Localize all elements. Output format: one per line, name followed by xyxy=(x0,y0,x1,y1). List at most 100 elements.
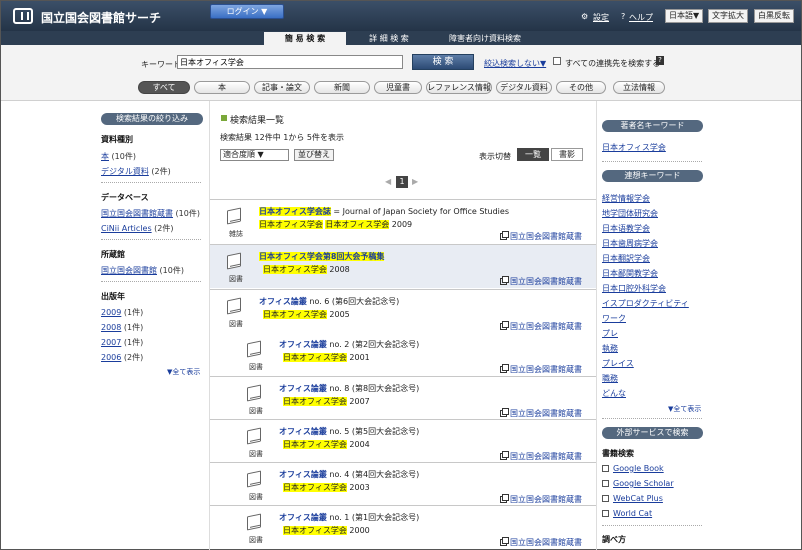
ndl-logo-icon[interactable] xyxy=(13,8,33,24)
facet-item[interactable]: 本 (10件) xyxy=(101,151,136,162)
associated-keyword-item[interactable]: 日本语教学会 xyxy=(602,223,650,234)
filter-toggle-link[interactable]: 絞込検索しない▼ xyxy=(484,58,546,69)
facet-item[interactable]: 2006 (2件) xyxy=(101,352,143,363)
external-link-google-scholar[interactable]: Google Scholar xyxy=(602,479,674,488)
result-library-link[interactable]: 国立国会図書館蔵書 xyxy=(500,537,582,548)
associated-keyword-item[interactable]: ワーク xyxy=(602,313,626,324)
result-title[interactable]: オフィス論叢 no. 2 (第2回大会記念号) xyxy=(279,339,419,350)
site-title[interactable]: 国立国会図書館サーチ xyxy=(41,9,161,26)
associated-keyword-item[interactable]: プレイス xyxy=(602,358,634,369)
result-library-link[interactable]: 国立国会図書館蔵書 xyxy=(500,276,582,287)
facet-item[interactable]: 国立国会図書館蔵書 (10件) xyxy=(101,208,200,219)
tab-accessible-search[interactable]: 障害者向け資料検索 xyxy=(433,32,537,45)
sort-select[interactable]: 適合度順 ▼ xyxy=(220,149,289,161)
external-link-icon xyxy=(602,510,609,517)
sort-button[interactable]: 並び替え xyxy=(294,149,334,161)
result-row[interactable]: 図書 オフィス論叢 no. 5 (第5回大会記念号) 日本オフィス学会 2004… xyxy=(210,419,596,463)
result-row[interactable]: 図書 日本オフィス学会第8回大会予稿集 日本オフィス学会 2008 国立国会図書… xyxy=(210,244,596,288)
result-library-link[interactable]: 国立国会図書館蔵書 xyxy=(500,451,582,462)
result-title[interactable]: 日本オフィス学会誌 = Journal of Japan Society for… xyxy=(259,206,509,217)
result-row[interactable]: 図書 オフィス論叢 no. 4 (第4回大会記念号) 日本オフィス学会 2003… xyxy=(210,462,596,506)
facet-item[interactable]: CiNii Articles (2件) xyxy=(101,223,174,234)
copy-icon xyxy=(500,537,509,546)
view-cover-button[interactable]: 書影 xyxy=(551,148,583,161)
tab-simple-search[interactable]: 簡 易 検 索 xyxy=(264,32,346,45)
zoom-button[interactable]: 文字拡大 xyxy=(708,9,748,23)
settings-link[interactable]: 設定 xyxy=(593,12,609,23)
associated-keyword-item[interactable]: 地学団体研究会 xyxy=(602,208,658,219)
associated-keyword-item[interactable]: 日本口腔外科学会 xyxy=(602,283,666,294)
category-children[interactable]: 児童書 xyxy=(374,81,422,94)
result-title[interactable]: オフィス論叢 no. 6 (第6回大会記念号) xyxy=(259,296,399,307)
category-articles[interactable]: 記事・論文 xyxy=(254,81,310,94)
associated-keyword-item[interactable]: 職務 xyxy=(602,373,618,384)
login-button[interactable]: ログイン ▼ xyxy=(210,4,284,19)
result-row[interactable]: 雑誌 日本オフィス学会誌 = Journal of Japan Society … xyxy=(210,199,596,243)
question-icon[interactable]: ? xyxy=(656,56,664,65)
category-digital[interactable]: デジタル資料 xyxy=(496,81,552,94)
invert-button[interactable]: 白黒反転 xyxy=(754,9,794,23)
category-books[interactable]: 本 xyxy=(194,81,250,94)
external-link-google-book[interactable]: Google Book xyxy=(602,464,664,473)
associated-keyword-item[interactable]: 日本翻訳学会 xyxy=(602,253,650,264)
associated-keyword-item[interactable]: 経営情報学会 xyxy=(602,193,650,204)
view-list-button[interactable]: 一覧 xyxy=(517,148,549,161)
result-title[interactable]: オフィス論叢 no. 4 (第4回大会記念号) xyxy=(279,469,419,480)
result-title[interactable]: オフィス論叢 no. 8 (第8回大会記念号) xyxy=(279,383,419,394)
result-library-link[interactable]: 国立国会図書館蔵書 xyxy=(500,321,582,332)
result-library-link[interactable]: 国立国会図書館蔵書 xyxy=(500,231,582,242)
category-legislative[interactable]: 立法情報 xyxy=(613,81,665,94)
gear-icon[interactable]: ⚙ xyxy=(581,12,588,21)
all-sources-checkbox[interactable] xyxy=(553,57,561,65)
category-all[interactable]: すべて xyxy=(138,81,190,94)
result-author: 日本オフィス学会 2000 xyxy=(283,526,370,535)
result-row[interactable]: 図書 オフィス論叢 no. 2 (第2回大会記念号) 日本オフィス学会 2001… xyxy=(210,333,596,377)
facet-item[interactable]: 2007 (1件) xyxy=(101,337,143,348)
result-library-link[interactable]: 国立国会図書館蔵書 xyxy=(500,364,582,375)
author-keyword-item[interactable]: 日本オフィス学会 xyxy=(602,142,666,153)
associated-keyword-item[interactable]: プレ xyxy=(602,328,618,339)
search-tabs: 簡 易 検 索 詳 細 検 索 障害者向け資料検索 xyxy=(1,31,801,45)
result-author: 日本オフィス学会 2008 xyxy=(263,265,350,274)
show-all-keywords-link[interactable]: ▼全て表示 xyxy=(668,404,701,414)
facet-item[interactable]: 2008 (1件) xyxy=(101,322,143,333)
associated-keyword-item[interactable]: 日本鄙関教学会 xyxy=(602,268,658,279)
result-row[interactable]: 図書 オフィス論叢 no. 8 (第8回大会記念号) 日本オフィス学会 2007… xyxy=(210,376,596,420)
category-other[interactable]: その他 xyxy=(556,81,606,94)
search-button[interactable]: 検 索 xyxy=(412,54,474,70)
external-link-worldcat[interactable]: World Cat xyxy=(602,509,652,518)
prev-page-arrow[interactable]: ◀ xyxy=(385,177,391,186)
result-title[interactable]: オフィス論叢 no. 5 (第5回大会記念号) xyxy=(279,426,419,437)
facet-item[interactable]: 2009 (1件) xyxy=(101,307,143,318)
tab-advanced-search[interactable]: 詳 細 検 索 xyxy=(349,32,429,45)
associated-keyword-item[interactable]: 執務 xyxy=(602,343,618,354)
next-page-arrow[interactable]: ▶ xyxy=(412,177,418,186)
associated-keyword-item[interactable]: 日本歯周病学会 xyxy=(602,238,658,249)
right-divider xyxy=(596,101,597,550)
copy-icon xyxy=(500,231,509,240)
help-link[interactable]: ヘルプ xyxy=(629,12,653,23)
result-title[interactable]: オフィス論叢 no. 1 (第1回大会記念号) xyxy=(279,512,419,523)
result-title[interactable]: 日本オフィス学会第8回大会予稿集 xyxy=(259,251,385,262)
result-author: 日本オフィス学会 2003 xyxy=(283,483,370,492)
associated-keyword-item[interactable]: イスプロダクティビティ xyxy=(602,298,689,309)
language-select[interactable]: 日本語▼ xyxy=(665,9,704,23)
show-all-years-link[interactable]: ▼全て表示 xyxy=(167,367,200,377)
facet-item[interactable]: デジタル資料 (2件) xyxy=(101,166,171,177)
facet-item[interactable]: 国立国会図書館 (10件) xyxy=(101,265,184,276)
copy-icon xyxy=(500,494,509,503)
category-reference[interactable]: レファレンス情報 xyxy=(426,81,492,94)
external-link-webcat[interactable]: WebCat Plus xyxy=(602,494,663,503)
result-library-link[interactable]: 国立国会図書館蔵書 xyxy=(500,494,582,505)
book-icon xyxy=(227,297,241,315)
result-row[interactable]: 図書 オフィス論叢 no. 1 (第1回大会記念号) 日本オフィス学会 2000… xyxy=(210,505,596,549)
copy-icon xyxy=(500,364,509,373)
results-title: 検索結果一覧 xyxy=(230,116,285,126)
category-newspapers[interactable]: 新聞 xyxy=(314,81,370,94)
keyword-input[interactable] xyxy=(177,55,403,69)
result-library-link[interactable]: 国立国会図書館蔵書 xyxy=(500,408,582,419)
facet-head-library: 所蔵館 xyxy=(101,250,125,259)
associated-keyword-item[interactable]: どんな xyxy=(602,388,626,399)
result-row[interactable]: 図書 オフィス論叢 no. 6 (第6回大会記念号) 日本オフィス学会 2005… xyxy=(210,289,596,333)
current-page[interactable]: 1 xyxy=(396,176,408,188)
